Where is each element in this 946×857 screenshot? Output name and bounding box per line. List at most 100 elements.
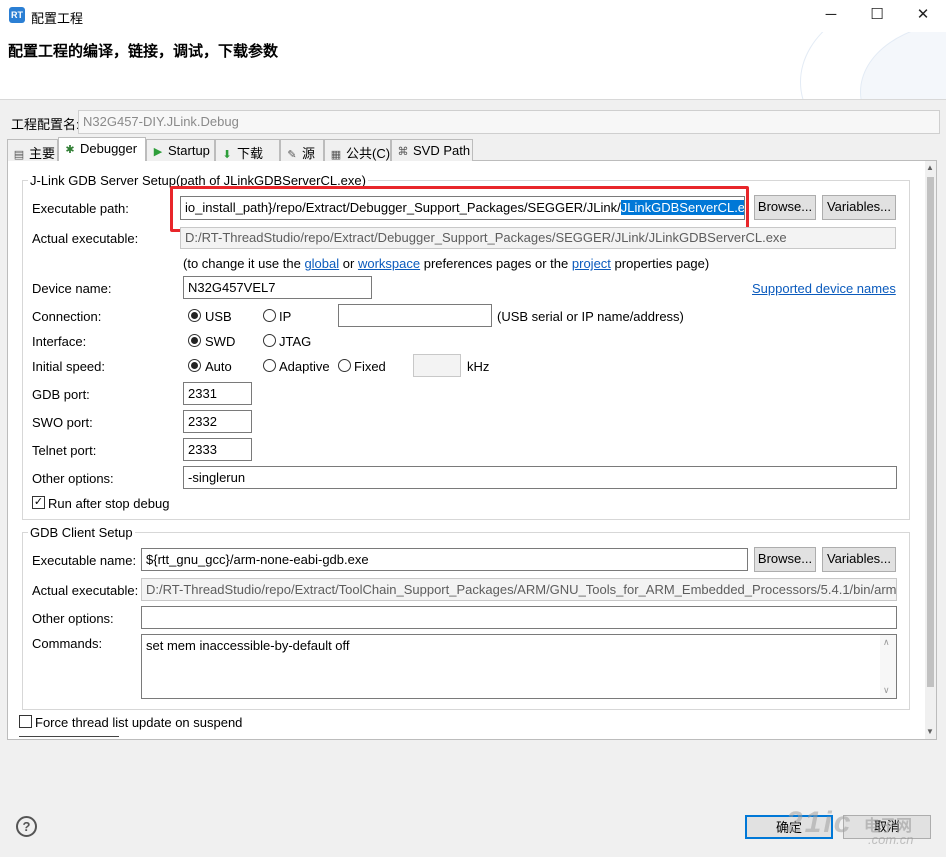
force-thread-label: Force thread list update on suspend bbox=[35, 715, 243, 730]
conn-usb-radio[interactable] bbox=[188, 309, 201, 322]
scroll-down-icon[interactable]: ∨ bbox=[883, 685, 890, 696]
watermark-url: .com.cn bbox=[868, 832, 914, 847]
tab-label: Startup bbox=[168, 143, 210, 158]
source-icon: ✎ bbox=[287, 149, 297, 161]
gdb-other-options-input[interactable] bbox=[141, 606, 897, 629]
conn-ip-radio[interactable] bbox=[263, 309, 276, 322]
exe-path-label: Executable path: bbox=[32, 201, 129, 216]
cut-off-row bbox=[19, 736, 119, 740]
conn-ip-label: IP bbox=[279, 309, 292, 324]
if-swd-radio[interactable] bbox=[188, 334, 201, 347]
speed-khz-input[interactable] bbox=[413, 354, 461, 377]
tab-label: 下载 bbox=[237, 146, 264, 161]
gdb-actual-exe-label: Actual executable: bbox=[32, 583, 139, 598]
bug-icon: ✱ bbox=[65, 144, 75, 156]
initial-speed-label: Initial speed: bbox=[32, 359, 105, 374]
hint-text: (to change it use the bbox=[183, 256, 301, 271]
config-name-field: N32G457-DIY.JLink.Debug bbox=[78, 110, 940, 134]
scroll-down-icon[interactable]: ▼ bbox=[926, 727, 934, 736]
hint-text: preferences pages or the bbox=[423, 256, 569, 271]
speed-auto-label: Auto bbox=[205, 359, 232, 374]
project-link[interactable]: project bbox=[572, 256, 611, 271]
if-jtag-radio[interactable] bbox=[263, 334, 276, 347]
help-icon[interactable]: ? bbox=[16, 816, 37, 837]
device-name-input[interactable]: N32G457VEL7 bbox=[183, 276, 372, 299]
page-title: 配置工程的编译，链接，调试，下载参数 bbox=[8, 43, 279, 60]
swo-port-label: SWO port: bbox=[32, 415, 93, 430]
highlight-box bbox=[170, 186, 749, 232]
watermark-logo: 21ic bbox=[786, 806, 853, 839]
workspace-link[interactable]: workspace bbox=[358, 256, 420, 271]
device-name-label: Device name: bbox=[32, 281, 112, 296]
global-link[interactable]: global bbox=[304, 256, 339, 271]
run-after-stop-checkbox[interactable]: ✓ bbox=[32, 496, 45, 509]
supported-devices-link[interactable]: Supported device names bbox=[752, 281, 896, 296]
maximize-button[interactable]: ☐ bbox=[854, 0, 900, 32]
swo-port-input[interactable]: 2332 bbox=[183, 410, 252, 433]
if-jtag-label: JTAG bbox=[279, 334, 312, 349]
conn-hint: (USB serial or IP name/address) bbox=[497, 309, 684, 324]
actual-exe-field: D:/RT-ThreadStudio/repo/Extract/Debugger… bbox=[180, 227, 896, 249]
gdb-browse-button[interactable]: Browse... bbox=[754, 547, 816, 572]
scroll-up-icon[interactable]: ▲ bbox=[926, 163, 934, 172]
tab-label: 主要 bbox=[29, 146, 56, 161]
other-options-label: Other options: bbox=[32, 471, 114, 486]
telnet-port-label: Telnet port: bbox=[32, 443, 97, 458]
interface-label: Interface: bbox=[32, 334, 87, 349]
svd-icon: ⌘ bbox=[397, 146, 409, 158]
hint-text: or bbox=[342, 256, 355, 271]
tab-debugger[interactable]: ✱ Debugger bbox=[58, 137, 146, 161]
force-thread-checkbox[interactable] bbox=[19, 715, 32, 728]
hint-text: properties page) bbox=[614, 256, 710, 271]
gdb-exe-label: Executable name: bbox=[32, 553, 137, 568]
connection-label: Connection: bbox=[32, 309, 102, 324]
browse-button[interactable]: Browse... bbox=[754, 195, 816, 220]
title-bar bbox=[0, 0, 946, 32]
gdb-port-label: GDB port: bbox=[32, 387, 90, 402]
if-swd-label: SWD bbox=[205, 334, 236, 349]
variables-button[interactable]: Variables... bbox=[822, 195, 896, 220]
tab-label: SVD Path bbox=[413, 143, 471, 158]
speed-unit-label: kHz bbox=[467, 359, 490, 374]
speed-adaptive-radio[interactable] bbox=[263, 359, 276, 372]
gdb-other-options-label: Other options: bbox=[32, 611, 114, 626]
minimize-button[interactable]: ─ bbox=[808, 0, 854, 32]
speed-fixed-label: Fixed bbox=[354, 359, 386, 374]
gdb-actual-exe-field: D:/RT-ThreadStudio/repo/Extract/ToolChai… bbox=[141, 578, 897, 601]
commands-text: set mem inaccessible-by-default off bbox=[146, 638, 350, 653]
tab-label: 公共(C) bbox=[346, 146, 391, 161]
tab-download[interactable]: ⬇ 下载 bbox=[215, 139, 280, 161]
speed-adaptive-label: Adaptive bbox=[279, 359, 330, 374]
download-icon: ⬇ bbox=[222, 149, 232, 161]
speed-fixed-radio[interactable] bbox=[338, 359, 351, 372]
tab-label: 源 bbox=[302, 146, 316, 161]
actual-exe-label: Actual executable: bbox=[32, 231, 139, 246]
gdb-exe-input[interactable]: ${rtt_gnu_gcc}/arm-none-eabi-gdb.exe bbox=[141, 548, 748, 571]
tab-main[interactable]: ▤ 主要 bbox=[7, 139, 58, 161]
table-icon: ▦ bbox=[330, 149, 342, 161]
tab-common[interactable]: ▦ 公共(C) bbox=[324, 139, 391, 161]
conn-usb-label: USB bbox=[205, 309, 232, 324]
run-after-stop-label: Run after stop debug bbox=[48, 496, 170, 511]
gdb-port-input[interactable]: 2331 bbox=[183, 382, 252, 405]
speed-auto-radio[interactable] bbox=[188, 359, 201, 372]
scroll-up-icon[interactable]: ∧ bbox=[883, 637, 890, 648]
scrollbar-thumb[interactable] bbox=[927, 177, 934, 687]
pref-hint: (to change it use the global or workspac… bbox=[183, 256, 709, 271]
header-banner: 配置工程的编译，链接，调试，下载参数 bbox=[0, 32, 946, 100]
other-options-input[interactable]: -singlerun bbox=[183, 466, 897, 489]
rt-logo-icon: RT bbox=[9, 7, 25, 23]
telnet-port-input[interactable]: 2333 bbox=[183, 438, 252, 461]
tab-startup[interactable]: ▶ Startup bbox=[146, 139, 215, 161]
commands-label: Commands: bbox=[32, 636, 103, 651]
play-icon: ▶ bbox=[153, 146, 163, 158]
commands-textarea[interactable]: set mem inaccessible-by-default off bbox=[141, 634, 897, 699]
conn-address-input[interactable] bbox=[338, 304, 492, 327]
window-title: 配置工程 bbox=[31, 11, 84, 26]
tab-svd-path[interactable]: ⌘ SVD Path bbox=[391, 139, 473, 161]
tab-source[interactable]: ✎ 源 bbox=[280, 139, 324, 161]
tab-label: Debugger bbox=[80, 141, 138, 156]
close-button[interactable]: ✕ bbox=[900, 0, 946, 32]
document-icon: ▤ bbox=[13, 149, 25, 161]
gdb-variables-button[interactable]: Variables... bbox=[822, 547, 896, 572]
